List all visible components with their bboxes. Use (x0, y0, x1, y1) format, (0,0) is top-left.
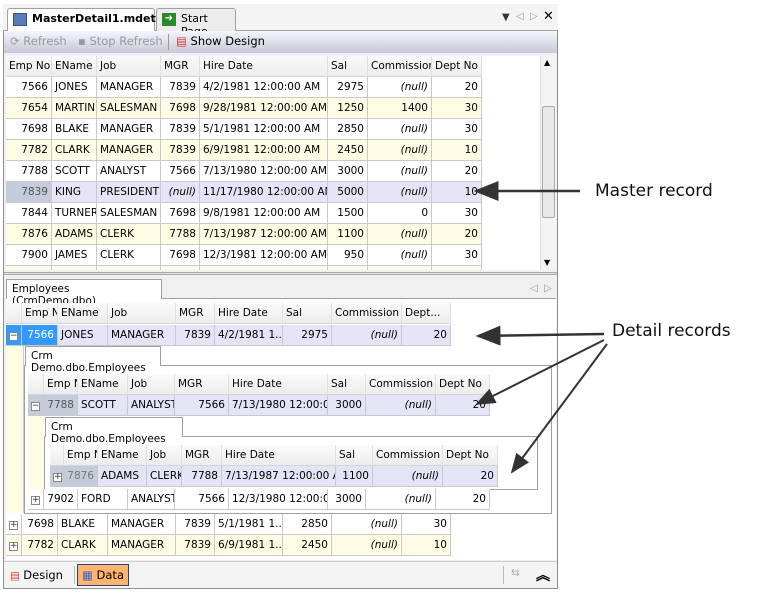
detail-arrow-1 (475, 325, 605, 346)
master-record-label: Master record (595, 181, 713, 201)
annotation-arrows (473, 181, 608, 474)
detail-arrow-2 (475, 339, 605, 405)
detail-records-label: Detail records (612, 321, 731, 341)
